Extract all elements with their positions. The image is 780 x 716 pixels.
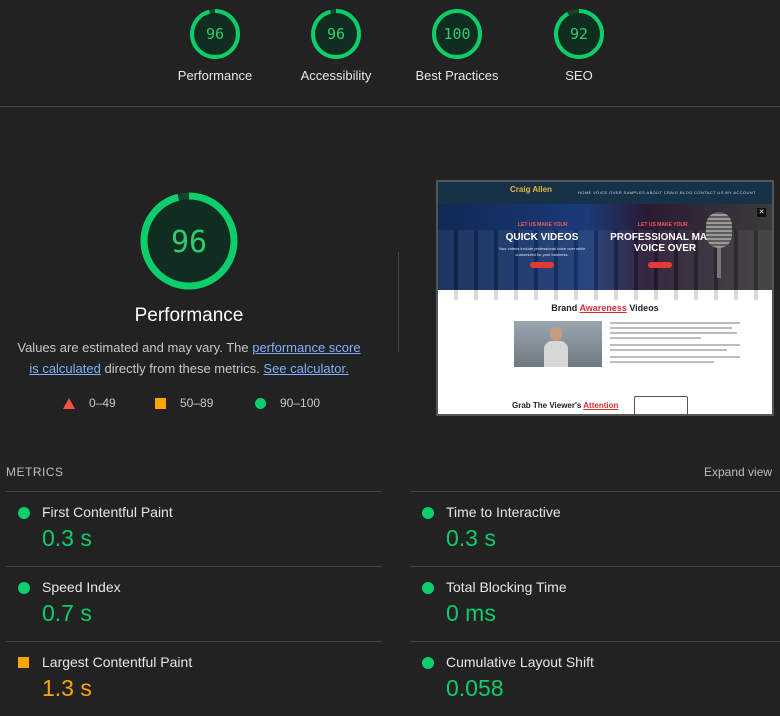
gauge-score: 100: [443, 25, 470, 43]
thumb-title-part: Brand: [551, 303, 580, 313]
thumb-section-title: Brand Awareness Videos: [438, 303, 772, 313]
metric-name: Time to Interactive: [446, 504, 561, 520]
metric-name: Cumulative Layout Shift: [446, 654, 594, 670]
thumb-paragraph: [610, 322, 740, 366]
metric-speed-index: Speed Index 0.7 s: [6, 566, 382, 641]
microphone-icon: [700, 212, 738, 278]
gauge-label: Best Practices: [415, 68, 499, 83]
metric-name: First Contentful Paint: [42, 504, 173, 520]
gauge-score: 96: [327, 25, 345, 43]
thumb-menu: HOME VOICE OVER SAMPLES ABOUT CRAIG BLOG…: [578, 190, 756, 195]
gauge-label: Accessibility: [300, 68, 372, 83]
legend-range: 0–49: [89, 396, 116, 410]
thumb-navbar: Craig Allen HOME VOICE OVER SAMPLES ABOU…: [438, 182, 772, 204]
thumb-title-highlight: Awareness: [579, 303, 627, 313]
thumb-title-highlight: Attention: [583, 401, 619, 410]
gauge-ring: 96: [311, 9, 361, 59]
metric-value: 0 ms: [446, 600, 496, 626]
gauge-label: Performance: [177, 68, 253, 83]
thumb-hero-body: Your videos include professional voice o…: [498, 246, 586, 257]
close-icon: ✕: [757, 208, 766, 217]
square-icon: [155, 397, 166, 409]
thumb-hero-small-left: LET US MAKE YOUR: [518, 222, 568, 228]
gauge-ring: 96: [190, 9, 240, 59]
metric-value: 0.7 s: [42, 600, 92, 626]
vertical-divider: [398, 252, 399, 352]
expand-view-toggle[interactable]: Expand view: [704, 465, 772, 479]
person-image: [544, 327, 568, 367]
legend-poor: 0–49: [63, 396, 116, 410]
gauge-ring: 100: [432, 9, 482, 59]
category-gauges: 96 Performance 96 Accessibility 100 Best…: [0, 0, 780, 107]
metric-total-blocking-time: Total Blocking Time 0 ms: [410, 566, 780, 641]
performance-title: Performance: [134, 305, 244, 326]
metrics-header: METRICS: [6, 465, 64, 479]
metric-name: Total Blocking Time: [446, 579, 567, 595]
thumb-device-frame: [634, 396, 688, 414]
gauge-label: SEO: [565, 68, 593, 83]
triangle-icon: [63, 397, 75, 409]
gauge-ring: 92: [554, 9, 604, 59]
gauge-seo[interactable]: 92 SEO: [524, 8, 634, 83]
metric-name: Largest Contentful Paint: [42, 654, 193, 670]
gauge-best-practices[interactable]: 100 Best Practices: [402, 8, 512, 83]
gauge-performance[interactable]: 96 Performance: [160, 8, 270, 83]
metric-value: 0.3 s: [446, 525, 496, 551]
gauge-score: 96: [206, 25, 224, 43]
metric-time-to-interactive: Time to Interactive 0.3 s: [410, 491, 780, 566]
status-good-icon: [422, 582, 434, 594]
circle-icon: [255, 397, 266, 409]
status-good-icon: [422, 657, 434, 669]
legend-good: 90–100: [255, 396, 320, 410]
final-screenshot[interactable]: Craig Allen HOME VOICE OVER SAMPLES ABOU…: [436, 180, 774, 416]
performance-gauge-ring: 96: [140, 192, 238, 290]
note-text: directly from these metrics.: [100, 361, 264, 376]
thumb-video: [514, 321, 602, 367]
metric-value: 0.3 s: [42, 525, 92, 551]
thumb-hero-button: [648, 262, 672, 268]
thumb-title-part: Grab The Viewer's: [512, 401, 584, 410]
metric-name: Speed Index: [42, 579, 121, 595]
status-good-icon: [18, 507, 30, 519]
legend-range: 50–89: [180, 396, 214, 410]
gauge-score: 92: [570, 25, 588, 43]
gauge-accessibility[interactable]: 96 Accessibility: [281, 8, 391, 83]
thumb-hero-small-right: LET US MAKE YOUR: [638, 222, 688, 228]
score-note: Values are estimated and may vary. The p…: [14, 337, 364, 379]
metric-largest-contentful-paint: Largest Contentful Paint 1.3 s: [6, 641, 382, 716]
status-good-icon: [18, 582, 30, 594]
status-average-icon: [18, 657, 29, 668]
metric-cumulative-layout-shift: Cumulative Layout Shift 0.058: [410, 641, 780, 716]
legend-average: 50–89: [155, 396, 213, 410]
legend-range: 90–100: [280, 396, 321, 410]
metric-first-contentful-paint: First Contentful Paint 0.3 s: [6, 491, 382, 566]
status-good-icon: [422, 507, 434, 519]
performance-score: 96: [171, 225, 207, 260]
metric-value: 1.3 s: [42, 675, 92, 701]
thumb-title-part: Videos: [626, 303, 659, 313]
thumb-section-title-2: Grab The Viewer's Attention: [512, 401, 618, 410]
thumb-logo: Craig Allen: [510, 185, 552, 194]
thumb-hero-button: [530, 262, 554, 268]
see-calculator-link[interactable]: See calculator.: [263, 361, 348, 376]
metric-value: 0.058: [446, 675, 504, 701]
thumb-hero-big-left: QUICK VIDEOS: [505, 232, 579, 243]
performance-gauge: 96: [138, 190, 240, 297]
note-text: Values are estimated and may vary. The: [17, 340, 253, 355]
